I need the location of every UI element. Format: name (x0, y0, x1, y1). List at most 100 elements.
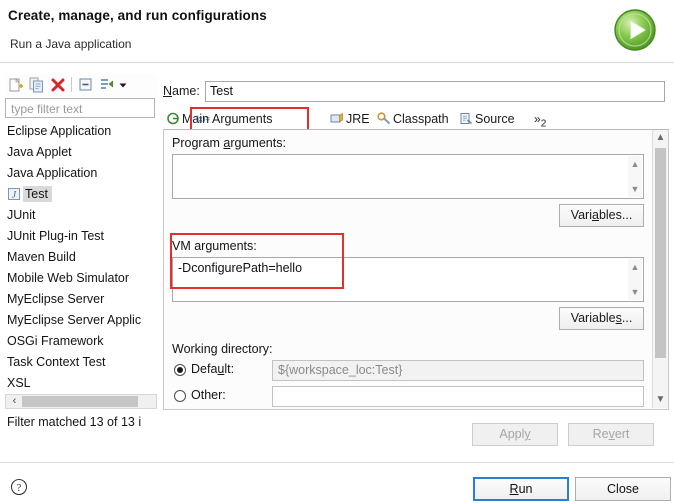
jre-tab-icon (330, 111, 344, 124)
program-arguments-label: Program arguments: (172, 136, 286, 150)
list-item-label: Maven Build (7, 250, 76, 264)
page-subtitle: Run a Java application (10, 37, 132, 51)
list-item-label: Test (23, 186, 52, 202)
list-item-label: JUnit (7, 208, 36, 222)
program-arguments-input[interactable]: ▲ ▼ (172, 154, 644, 199)
tab-arguments[interactable]: (x)= Arguments (196, 109, 272, 129)
chevron-down-icon[interactable] (117, 76, 129, 94)
scroll-up-icon[interactable]: ▲ (628, 261, 642, 273)
content-vertical-scrollbar[interactable]: ▲ ▼ (652, 130, 668, 408)
list-item-label: JUnit Plug-in Test (7, 229, 105, 243)
source-tab-icon (459, 111, 473, 125)
tab-label: Source (475, 112, 515, 126)
scroll-down-icon[interactable]: ▼ (628, 286, 642, 298)
search-input[interactable]: type filter text (5, 98, 155, 118)
duplicate-configuration-icon[interactable] (28, 76, 46, 94)
scroll-down-icon[interactable]: ▼ (653, 392, 668, 408)
help-question-icon[interactable]: ? (10, 478, 28, 496)
other-radio-label: Other: (191, 388, 226, 402)
list-item[interactable]: MyEclipse Server (5, 289, 157, 310)
search-input-placeholder: type filter text (11, 102, 83, 116)
vm-arguments-variables-button[interactable]: Variables... (559, 307, 644, 330)
dialog-header: Create, manage, and run configurations R… (0, 0, 674, 63)
vm-arguments-scrollbar[interactable]: ▲ ▼ (628, 259, 642, 300)
default-radio-button[interactable] (174, 364, 186, 376)
working-directory-default-row[interactable]: Default: ${workspace_loc:Test} (174, 360, 644, 384)
filter-status-text: Filter matched 13 of 13 i (7, 415, 142, 429)
tab-jre[interactable]: JRE (330, 109, 370, 129)
configurations-panel: type filter text Eclipse Application Jav… (5, 74, 157, 440)
name-label: Name: (163, 84, 200, 98)
program-arguments-scrollbar[interactable]: ▲ ▼ (628, 156, 642, 197)
list-item[interactable]: XSL (5, 373, 157, 389)
scrollbar-thumb[interactable] (655, 148, 666, 358)
name-input[interactable]: Test (205, 81, 665, 102)
main-tab-icon (166, 111, 180, 125)
arguments-tab-content: Program arguments: ▲ ▼ Variables... VM a… (163, 130, 669, 410)
tab-source[interactable]: Source (459, 109, 515, 129)
list-item[interactable]: Task Context Test (5, 352, 157, 373)
list-item[interactable]: JUnit Plug-in Test (5, 226, 157, 247)
configuration-editor: Name: Test Main (x)= Arguments JRE Class… (163, 74, 669, 440)
filter-configurations-icon[interactable] (98, 76, 116, 94)
tab-label: JRE (346, 112, 370, 126)
scroll-left-icon[interactable]: ‹ (8, 395, 21, 408)
revert-button[interactable]: Revert (568, 423, 654, 446)
configuration-list-horizontal-scrollbar[interactable]: ‹ (5, 394, 157, 409)
arguments-form: Program arguments: ▲ ▼ Variables... VM a… (164, 130, 653, 409)
toolbar-separator (71, 77, 72, 92)
list-item-label: MyEclipse Server Applic (7, 313, 142, 327)
page-title: Create, manage, and run configurations (8, 8, 267, 23)
list-item-test[interactable]: J Test (5, 184, 157, 205)
list-item[interactable]: Mobile Web Simulator (5, 268, 157, 289)
list-item-label: OSGi Framework (7, 334, 104, 348)
tab-overflow-count: 2 (540, 118, 547, 130)
new-configuration-icon[interactable] (7, 76, 25, 94)
java-class-icon: J (7, 187, 21, 201)
scroll-down-icon[interactable]: ▼ (628, 183, 642, 195)
arguments-tab-icon: (x)= (196, 111, 210, 124)
scroll-up-icon[interactable]: ▲ (653, 130, 668, 146)
tab-overflow-indicator[interactable]: »2 (534, 109, 546, 129)
svg-text:(x)=: (x)= (196, 115, 210, 124)
run-green-play-icon (612, 7, 658, 53)
tab-overflow-chevrons: » (534, 112, 541, 126)
run-button[interactable]: Run (473, 477, 569, 501)
working-directory-other-field[interactable] (272, 386, 644, 407)
list-item-label: Eclipse Application (7, 124, 112, 138)
list-item-label: MyEclipse Server (7, 292, 105, 306)
list-item-label: Java Applet (7, 145, 72, 159)
configurations-toolbar (5, 74, 157, 96)
default-radio-label: Default: (191, 362, 235, 376)
other-radio-button[interactable] (174, 390, 186, 402)
working-directory-other-row[interactable]: Other: (174, 386, 644, 409)
list-item-label: Java Application (7, 166, 98, 180)
list-item-label: Mobile Web Simulator (7, 271, 130, 285)
working-directory-default-field: ${workspace_loc:Test} (272, 360, 644, 381)
collapse-all-icon[interactable] (77, 76, 95, 94)
program-arguments-variables-button[interactable]: Variables... (559, 204, 644, 227)
list-item[interactable]: MyEclipse Server Applic (5, 310, 157, 331)
list-item[interactable]: Java Applet (5, 142, 157, 163)
tab-label: Arguments (212, 112, 273, 126)
list-item[interactable]: JUnit (5, 205, 157, 226)
classpath-tab-icon (377, 111, 391, 124)
close-button[interactable]: Close (575, 477, 671, 501)
scroll-up-icon[interactable]: ▲ (628, 158, 642, 170)
delete-configuration-icon[interactable] (49, 76, 67, 94)
list-item[interactable]: Java Application (5, 163, 157, 184)
svg-text:?: ? (17, 483, 22, 494)
footer-separator (0, 462, 674, 463)
list-item[interactable]: OSGi Framework (5, 331, 157, 352)
tab-classpath[interactable]: Classpath (377, 109, 449, 129)
run-configurations-dialog: Create, manage, and run configurations R… (0, 0, 674, 503)
tab-bar: Main (x)= Arguments JRE Classpath Source… (163, 107, 669, 131)
list-item-label: Task Context Test (7, 355, 106, 369)
list-item[interactable]: Eclipse Application (5, 121, 157, 142)
list-item[interactable]: Maven Build (5, 247, 157, 268)
configuration-type-list[interactable]: Eclipse Application Java Applet Java App… (5, 121, 157, 389)
apply-button[interactable]: Apply (472, 423, 558, 446)
scrollbar-thumb[interactable] (22, 396, 138, 407)
vm-arguments-input[interactable]: -DconfigurePath=hello ▲ ▼ (172, 257, 644, 302)
vm-arguments-label: VM arguments: (172, 239, 257, 253)
